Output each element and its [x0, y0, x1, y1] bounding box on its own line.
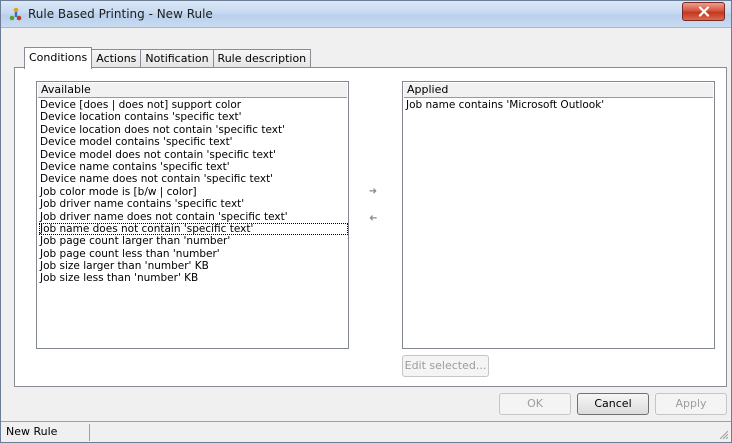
applied-items: Job name contains 'Microsoft Outlook' — [403, 99, 714, 111]
cancel-button[interactable]: Cancel — [577, 393, 649, 415]
applied-list[interactable]: Applied Job name contains 'Microsoft Out… — [402, 81, 715, 349]
available-list-header[interactable]: Available — [38, 83, 347, 98]
available-item[interactable]: Device model contains 'specific text' — [39, 136, 348, 148]
applied-item[interactable]: Job name contains 'Microsoft Outlook' — [405, 99, 714, 111]
status-text: New Rule — [3, 424, 90, 441]
available-list[interactable]: Available Device [does | does not] suppo… — [36, 81, 349, 349]
title-bar[interactable]: Rule Based Printing - New Rule — [1, 1, 731, 28]
ok-button[interactable]: OK — [499, 393, 571, 415]
available-item[interactable]: Job page count larger than 'number' — [39, 235, 348, 247]
available-item[interactable]: Device name contains 'specific text' — [39, 161, 348, 173]
available-item[interactable]: Job driver name does not contain 'specif… — [39, 211, 348, 223]
available-item[interactable]: Job color mode is [b/w | color] — [39, 186, 348, 198]
rule-window: Rule Based Printing - New Rule Condition… — [0, 0, 732, 443]
close-icon — [698, 6, 709, 17]
available-item[interactable]: Device location does not contain 'specif… — [39, 124, 348, 136]
tab-rule-description[interactable]: Rule description — [212, 49, 312, 68]
applied-list-header[interactable]: Applied — [404, 83, 713, 98]
available-items: Device [does | does not] support color D… — [37, 99, 348, 285]
window-title: Rule Based Printing - New Rule — [28, 7, 213, 21]
available-item-focused[interactable]: Job name does not contain 'specific text… — [39, 222, 348, 236]
arrow-left-icon: ➜ — [368, 213, 378, 224]
conditions-tab-page: Available Device [does | does not] suppo… — [14, 67, 727, 387]
remove-condition-button[interactable]: ➜ — [367, 213, 379, 224]
edit-selected-button[interactable]: Edit selected... — [402, 355, 489, 377]
tab-strip: Conditions Actions Notification Rule des… — [24, 47, 312, 69]
close-button[interactable] — [682, 2, 725, 21]
tab-notification[interactable]: Notification — [140, 49, 214, 68]
status-bar: New Rule — [1, 421, 731, 442]
available-item[interactable]: Device name does not contain 'specific t… — [39, 173, 348, 185]
available-item[interactable]: Job size less than 'number' KB — [39, 272, 348, 284]
available-item[interactable]: Job driver name contains 'specific text' — [39, 198, 348, 210]
available-item[interactable]: Device location contains 'specific text' — [39, 111, 348, 123]
available-item[interactable]: Device [does | does not] support color — [39, 99, 348, 111]
available-item[interactable]: Device model does not contain 'specific … — [39, 149, 348, 161]
arrow-right-icon: ➜ — [368, 186, 378, 197]
available-item[interactable]: Job page count less than 'number' — [39, 248, 348, 260]
add-condition-button[interactable]: ➜ — [367, 186, 379, 197]
tab-conditions[interactable]: Conditions — [24, 47, 93, 69]
resize-grip-icon[interactable] — [719, 430, 729, 440]
available-item[interactable]: Job size larger than 'number' KB — [39, 260, 348, 272]
tab-actions[interactable]: Actions — [91, 49, 142, 68]
printer-rule-icon — [9, 7, 22, 21]
apply-button[interactable]: Apply — [655, 393, 727, 415]
